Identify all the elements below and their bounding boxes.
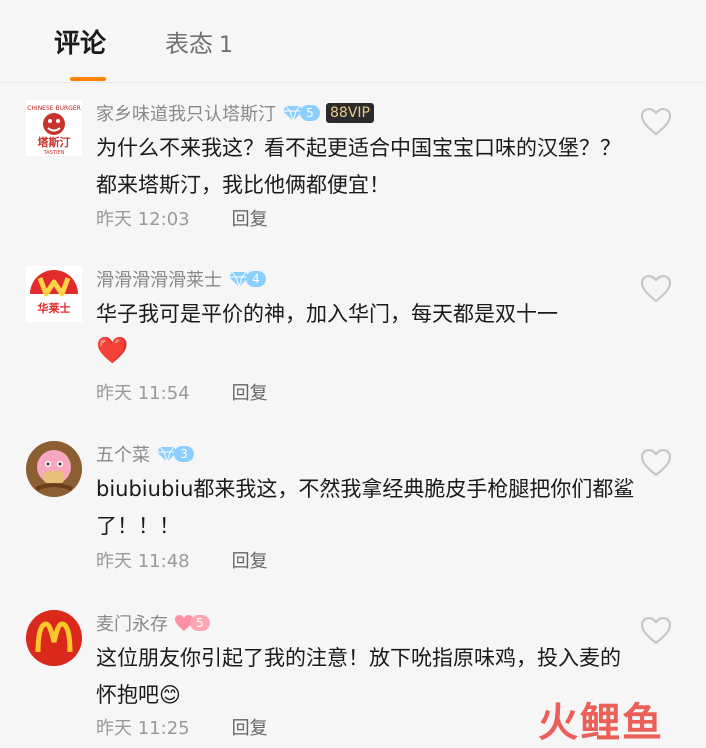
tab-reactions-count: 1 [219, 33, 233, 58]
comment-meta: 昨天 11:54 回复 [96, 379, 268, 405]
comment-username[interactable]: 麦门永存 5 [96, 610, 210, 636]
comment-time: 昨天 11:25 [96, 718, 190, 739]
level-number: 3 [174, 446, 194, 462]
heart-outline-icon[interactable] [640, 616, 672, 646]
comment-text: biubiubiu都来我这，不然我拿经典脆皮手枪腿把你们都鲨了！！！ [96, 477, 635, 538]
comment-username[interactable]: 五个菜 3 [96, 441, 194, 467]
level-badge: 5 [282, 104, 320, 122]
svg-text:CHINESE BURGER: CHINESE BURGER [27, 105, 81, 112]
comment-text: 华子我可是平价的神，加入华门，每天都是双十一 ❤️ [96, 296, 636, 371]
reply-button[interactable]: 回复 [232, 209, 268, 230]
comment-text-body: 华子我可是平价的神，加入华门，每天都是双十一 [96, 302, 558, 326]
heart-emoji: ❤️ [96, 336, 129, 366]
tab-reactions-label: 表态 [165, 30, 213, 58]
tab-comments[interactable]: 评论 [54, 24, 106, 64]
avatar[interactable]: CHINESE BURGER 塔斯汀 TASTIEN [26, 100, 82, 156]
comment-time: 昨天 11:48 [96, 551, 190, 572]
username-text: 滑滑滑滑滑莱士 [96, 270, 222, 291]
comment-username[interactable]: 家乡味道我只认塔斯汀 5 88VIP [96, 100, 374, 126]
username-text: 麦门永存 [96, 614, 168, 635]
tab-reactions[interactable]: 表态 1 [165, 24, 233, 66]
comment-tabs: 评论 表态 1 [0, 0, 706, 82]
svg-text:华莱士: 华莱士 [38, 301, 71, 315]
vip-badge: 88VIP [326, 103, 374, 123]
active-tab-indicator [70, 77, 106, 81]
level-number: 4 [246, 271, 266, 287]
avatar[interactable]: 华莱士 [26, 266, 82, 322]
comment-meta: 昨天 12:03 回复 [96, 205, 268, 231]
avatar[interactable] [26, 610, 82, 666]
heart-outline-icon[interactable] [640, 274, 672, 304]
comment-meta: 昨天 11:25 回复 [96, 714, 268, 740]
svg-text:TASTIEN: TASTIEN [43, 150, 65, 156]
level-badge: 5 [174, 614, 210, 632]
tab-divider [0, 82, 706, 83]
comment-text: 为什么不来我这？看不起更适合中国宝宝口味的汉堡？？都来塔斯汀，我比他俩都便宜！ [96, 136, 621, 197]
comment-time: 昨天 11:54 [96, 383, 190, 404]
username-text: 五个菜 [96, 445, 150, 466]
heart-outline-icon[interactable] [640, 107, 672, 137]
level-badge: 4 [228, 270, 266, 288]
level-number: 5 [300, 105, 320, 121]
comment-username[interactable]: 滑滑滑滑滑莱士 4 [96, 266, 266, 292]
reply-button[interactable]: 回复 [232, 718, 268, 739]
level-number: 5 [190, 615, 210, 631]
comment-time: 昨天 12:03 [96, 209, 190, 230]
reply-button[interactable]: 回复 [232, 551, 268, 572]
comment-meta: 昨天 11:48 回复 [96, 547, 268, 573]
level-badge: 3 [156, 445, 194, 463]
username-text: 家乡味道我只认塔斯汀 [96, 104, 276, 125]
reply-button[interactable]: 回复 [232, 383, 268, 404]
avatar[interactable] [26, 441, 82, 497]
watermark-logo: 火鲤鱼 [538, 700, 664, 746]
svg-text:塔斯汀: 塔斯汀 [38, 135, 71, 149]
heart-outline-icon[interactable] [640, 448, 672, 478]
